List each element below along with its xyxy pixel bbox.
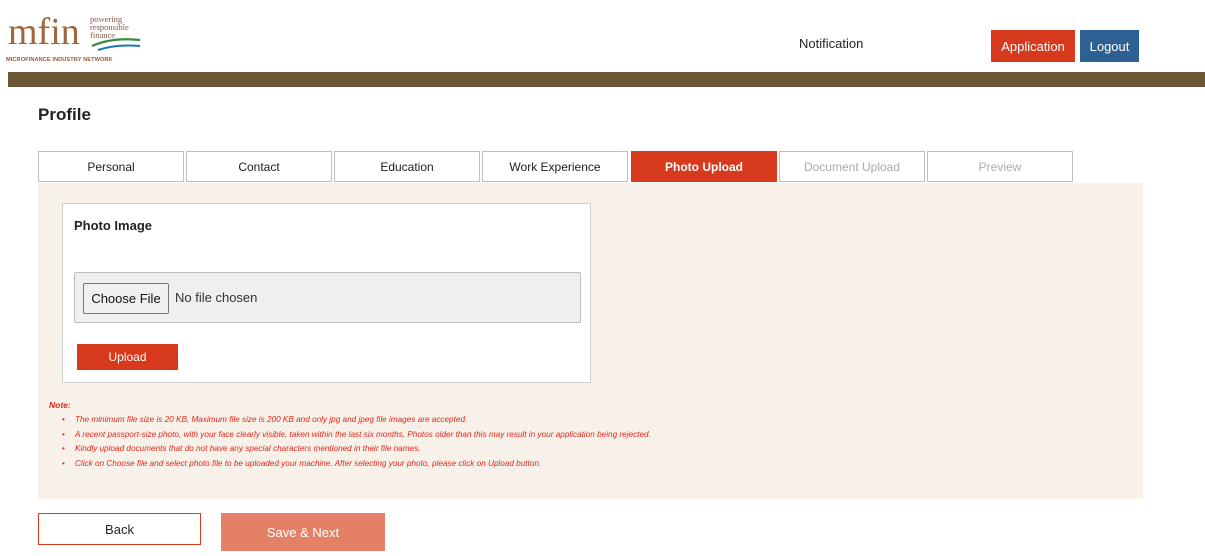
save-next-button[interactable]: Save & Next xyxy=(221,513,385,551)
back-button[interactable]: Back xyxy=(38,513,201,545)
photo-image-title: Photo Image xyxy=(74,218,153,233)
notification-link[interactable]: Notification xyxy=(799,36,863,51)
page-title: Profile xyxy=(38,105,91,124)
tab-preview[interactable]: Preview xyxy=(927,151,1073,182)
note-item: The minimum file size is 20 KB, Maximum … xyxy=(49,413,651,428)
upload-note: Note: The minimum file size is 20 KB, Ma… xyxy=(49,400,651,471)
tab-contact[interactable]: Contact xyxy=(186,151,332,182)
note-title: Note: xyxy=(49,400,71,410)
logo-org-name: MICROFINANCE INDUSTRY NETWORK xyxy=(6,57,113,63)
logout-button[interactable]: Logout xyxy=(1080,30,1139,62)
choose-file-button[interactable]: Choose File xyxy=(83,283,169,314)
tab-photo-upload[interactable]: Photo Upload xyxy=(631,151,777,182)
note-item: A recent passport-size photo, with your … xyxy=(49,428,651,443)
application-button[interactable]: Application xyxy=(991,30,1075,62)
file-status-text: No file chosen xyxy=(175,290,258,305)
logo-tagline: powering responsible finance xyxy=(90,14,129,40)
mfin-logo[interactable]: mfin powering responsible finance MICROF… xyxy=(6,10,176,66)
tab-personal[interactable]: Personal xyxy=(38,151,184,182)
tab-education[interactable]: Education xyxy=(334,151,480,182)
top-header: mfin powering responsible finance MICROF… xyxy=(0,0,1205,72)
tab-work-experience[interactable]: Work Experience xyxy=(482,151,628,182)
photo-upload-panel: Photo Image Choose File No file chosen U… xyxy=(38,183,1143,499)
brand-divider-bar xyxy=(8,72,1205,87)
logo-wordmark: mfin xyxy=(8,11,80,53)
file-input[interactable]: Choose File No file chosen xyxy=(74,272,581,323)
photo-image-card: Photo Image Choose File No file chosen U… xyxy=(62,203,591,383)
upload-button[interactable]: Upload xyxy=(77,344,178,370)
tab-document-upload[interactable]: Document Upload xyxy=(779,151,925,182)
note-list: The minimum file size is 20 KB, Maximum … xyxy=(49,413,651,471)
note-item: Click on Choose file and select photo fi… xyxy=(49,457,651,472)
note-item: Kindly upload documents that do not have… xyxy=(49,442,651,457)
